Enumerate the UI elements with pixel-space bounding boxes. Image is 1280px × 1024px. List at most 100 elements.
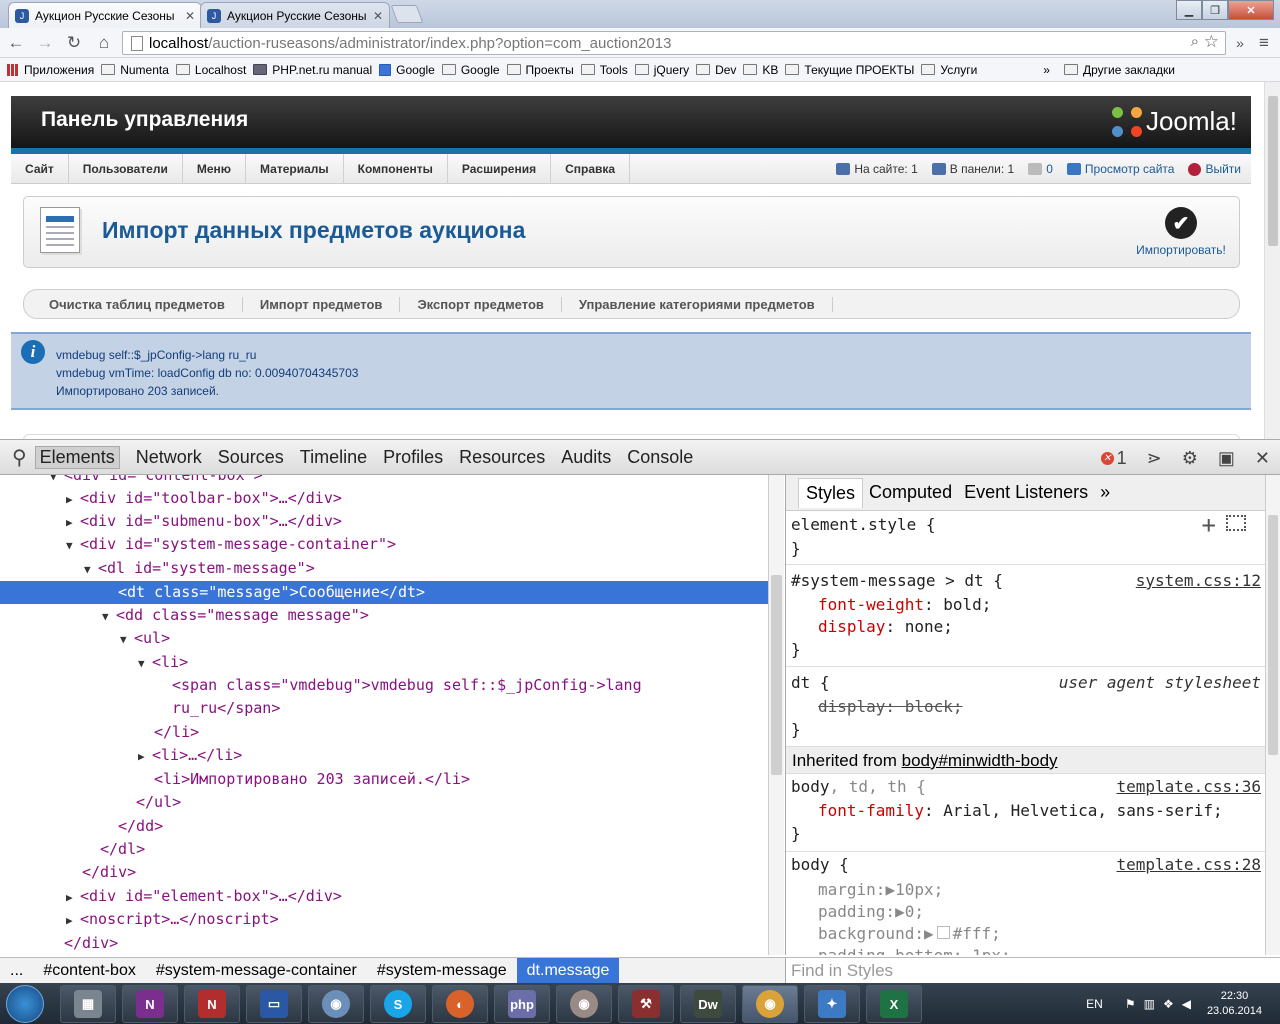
breadcrumb-item[interactable]: #system-message-container <box>146 958 367 984</box>
extensions-more-icon[interactable]: » <box>1228 31 1252 55</box>
elements-dom-tree[interactable]: ▼ <div id="content-box"> ▶ <div id="toolba… <box>0 475 768 955</box>
browser-tab[interactable]: J Аукцион Русские Сезоны ✕ <box>200 2 390 28</box>
taskbar-app[interactable]: N <box>184 985 240 1023</box>
dom-node[interactable]: ▼ <div id="system-message-container"> <box>0 533 768 556</box>
reload-icon[interactable]: ↻ <box>62 31 86 55</box>
taskbar-app[interactable]: X <box>866 985 922 1023</box>
bookmark-folder[interactable]: Tools <box>580 63 628 77</box>
dom-node[interactable]: </dd> <box>0 815 768 838</box>
maximize-button[interactable]: ❐ <box>1202 0 1228 20</box>
dom-node[interactable]: ▼ <dl id="system-message"> <box>0 557 768 580</box>
dom-node-selected[interactable]: <dt class="message">Сообщение</dt> <box>0 581 768 604</box>
more-tabs-icon[interactable]: » <box>1100 482 1110 503</box>
dom-node[interactable]: ru_ru</span> <box>0 697 768 720</box>
color-swatch-icon[interactable] <box>936 926 950 939</box>
home-icon[interactable]: ⌂ <box>92 31 116 55</box>
taskbar-app[interactable]: ▦ <box>60 985 116 1023</box>
chrome-menu-icon[interactable]: ≡ <box>1252 31 1276 55</box>
dom-node[interactable]: </dl> <box>0 838 768 861</box>
close-tab-icon[interactable]: ✕ <box>373 9 383 23</box>
forward-icon[interactable]: → <box>33 31 57 55</box>
bookmark-link[interactable]: PHP.net.ru manual <box>253 63 372 77</box>
devtools-tab-network[interactable]: Network <box>136 447 202 468</box>
rule-body-td-th[interactable]: body, td, th { template.css:36 font-fami… <box>786 774 1265 852</box>
taskbar-app[interactable]: N <box>122 985 178 1023</box>
logout-link[interactable]: Выйти <box>1188 162 1241 176</box>
bookmark-folder[interactable]: Localhost <box>175 63 246 77</box>
scrollbar-thumb[interactable] <box>1268 96 1278 246</box>
expand-triangle-icon[interactable]: ▶ <box>924 924 934 943</box>
devtools-tab-elements[interactable]: Elements <box>34 445 120 469</box>
styles-scrollbar[interactable] <box>1265 475 1280 955</box>
scrollbar-thumb[interactable] <box>771 575 782 775</box>
zoom-icon[interactable]: ⌕ <box>1191 33 1199 50</box>
taskbar-app[interactable]: ◉ <box>308 985 364 1023</box>
bookmark-folder[interactable]: Текущие ПРОЕКТЫ <box>785 63 914 77</box>
find-in-styles-input[interactable]: Find in Styles <box>785 957 1280 983</box>
bookmark-folder[interactable]: Dev <box>696 63 736 77</box>
back-icon[interactable]: ← <box>4 31 28 55</box>
new-tab-button[interactable] <box>390 5 424 23</box>
tab-styles[interactable]: Styles <box>798 477 864 508</box>
dom-node[interactable]: </li> <box>0 721 768 744</box>
expand-triangle-icon[interactable]: ▶ <box>895 902 905 921</box>
scrollbar-thumb[interactable] <box>1268 515 1278 755</box>
devtools-tab-resources[interactable]: Resources <box>459 447 545 468</box>
property-value[interactable]: bold; <box>943 595 991 614</box>
dom-node[interactable]: <li>Импортировано 203 записей.</li> <box>0 768 768 791</box>
inspect-search-icon[interactable]: ⚲ <box>12 445 27 470</box>
elements-scrollbar[interactable] <box>768 475 784 955</box>
window-close-button[interactable]: ✕ <box>1228 0 1274 20</box>
dom-node[interactable]: ▼ <dd class="message message"> <box>0 604 768 627</box>
import-button[interactable]: ✔ Импортировать! <box>1131 207 1231 257</box>
dock-side-icon[interactable]: ▣ <box>1218 448 1235 469</box>
menu-extensions[interactable]: Расширения <box>448 153 552 184</box>
menu-users[interactable]: Пользователи <box>69 153 183 184</box>
close-devtools-icon[interactable]: ✕ <box>1255 448 1270 469</box>
taskbar-app[interactable]: ◉ <box>556 985 612 1023</box>
network-icon[interactable]: ▥ <box>1144 997 1155 1011</box>
property-name[interactable]: font-weight <box>818 595 924 614</box>
rule-user-agent-dt[interactable]: dt { user agent stylesheet display: bloc… <box>786 667 1265 747</box>
property-value[interactable]: none; <box>905 617 953 636</box>
start-button[interactable] <box>6 985 44 1023</box>
taskbar-app[interactable]: ✦ <box>804 985 860 1023</box>
dom-node[interactable]: ▶ <div id="element-box">…</div> <box>0 885 768 908</box>
dom-node[interactable]: ▼ <div id="content-box"> <box>0 475 768 487</box>
devtools-tab-profiles[interactable]: Profiles <box>383 447 443 468</box>
breadcrumb-item[interactable]: #content-box <box>33 958 146 984</box>
submenu-manage-categories[interactable]: Управление категориями предметов <box>562 296 833 312</box>
bookmark-other[interactable]: Другие закладки <box>1063 63 1175 77</box>
bookmark-folder[interactable]: jQuery <box>634 63 689 77</box>
rule-element-style[interactable]: element.style { } + <box>786 511 1265 565</box>
rule-system-message-dt[interactable]: #system-message > dt { system.css:12 fon… <box>786 565 1265 667</box>
console-drawer-icon[interactable]: ⋗ <box>1147 448 1162 469</box>
taskbar-app[interactable]: ⚒ <box>618 985 674 1023</box>
submenu-export-items[interactable]: Экспорт предметов <box>400 296 562 312</box>
taskbar-app[interactable]: ▭ <box>246 985 302 1023</box>
property-name[interactable]: font-family <box>818 801 924 820</box>
bookmark-apps[interactable]: Приложения <box>7 63 94 77</box>
bookmark-star-icon[interactable]: ☆ <box>1204 32 1219 52</box>
browser-tab-active[interactable]: J Аукцион Русские Сезоны ✕ <box>8 2 202 28</box>
dom-node[interactable]: ▼ <li> <box>0 651 768 674</box>
dom-node[interactable]: ▼ <ul> <box>0 627 768 650</box>
bookmark-folder[interactable]: Проекты <box>506 63 574 77</box>
address-bar[interactable]: localhost/auction-ruseasons/administrato… <box>122 31 1226 55</box>
bookmark-folder[interactable]: Numenta <box>101 63 169 77</box>
tab-computed[interactable]: Computed <box>869 482 952 503</box>
breadcrumb-item[interactable]: #system-message <box>367 958 517 984</box>
taskbar-app[interactable]: ◐ <box>432 985 488 1023</box>
submenu-import-items[interactable]: Импорт предметов <box>243 296 401 312</box>
dom-node[interactable]: </ul> <box>0 791 768 814</box>
inherited-from-link[interactable]: body#minwidth-body <box>902 751 1058 770</box>
error-counter[interactable]: ✕ 1 <box>1100 448 1127 469</box>
breadcrumb-item-selected[interactable]: dt.message <box>516 957 620 984</box>
tab-event-listeners[interactable]: Event Listeners <box>964 482 1088 503</box>
menu-content[interactable]: Материалы <box>246 153 344 184</box>
clock[interactable]: 22:30 23.06.2014 <box>1207 989 1262 1019</box>
devtools-tab-console[interactable]: Console <box>627 447 693 468</box>
messages-count[interactable]: 0 <box>1028 162 1053 176</box>
bookmark-folder[interactable]: Google <box>441 63 500 77</box>
close-tab-icon[interactable]: ✕ <box>185 9 195 23</box>
